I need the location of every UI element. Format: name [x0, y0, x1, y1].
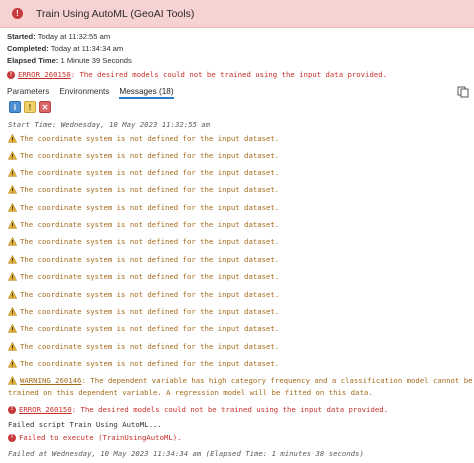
message-failed-execute: ! Failed to execute (TrainUsingAutoML).	[8, 432, 182, 443]
message-warning: The coordinate system is not defined for…	[8, 167, 279, 178]
warning-icon	[8, 255, 17, 264]
message-start: Start Time: Wednesday, 10 May 2023 11:32…	[8, 120, 211, 129]
message-error-260150: ! ERROR 260150: The desired models could…	[8, 404, 388, 415]
warning-icon	[8, 342, 17, 351]
message-warning: The coordinate system is not defined for…	[8, 358, 279, 369]
message-warning: The coordinate system is not defined for…	[8, 289, 279, 300]
tab-messages[interactable]: Messages (18)	[119, 87, 174, 99]
error-code-link[interactable]: ERROR 260150	[19, 405, 72, 414]
started-label: Started:	[7, 32, 36, 41]
elapsed-value: 1 Minute 39 Seconds	[60, 56, 132, 65]
error-icon: !	[8, 405, 16, 414]
completed-row: Completed: Today at 11:34:34 am	[7, 44, 123, 53]
error-code-link[interactable]: ERROR 260150	[18, 70, 71, 79]
started-value: Today at 11:32:55 am	[37, 32, 111, 41]
copy-icon[interactable]	[457, 86, 469, 98]
warning-icon	[8, 290, 17, 299]
started-row: Started: Today at 11:32:55 am	[7, 32, 110, 41]
message-warning: The coordinate system is not defined for…	[8, 306, 279, 317]
message-warning: The coordinate system is not defined for…	[8, 323, 279, 334]
completed-label: Completed:	[7, 44, 49, 53]
error-icon: !	[8, 433, 16, 442]
message-warning: The coordinate system is not defined for…	[8, 133, 279, 144]
elapsed-label: Elapsed Time:	[7, 56, 59, 65]
warning-icon	[8, 376, 17, 385]
summary-error: ! ERROR 260150: The desired models could…	[7, 70, 387, 79]
message-warning: The coordinate system is not defined for…	[8, 150, 279, 161]
warning-icon	[8, 168, 17, 177]
message-warning: The coordinate system is not defined for…	[8, 271, 279, 282]
message-filters: i ! ✕	[9, 101, 54, 113]
message-warning: The coordinate system is not defined for…	[8, 254, 279, 265]
warning-icon	[8, 134, 17, 143]
warning-icon	[8, 272, 17, 281]
warning-icon	[8, 324, 17, 333]
error-status-icon: !	[12, 8, 23, 19]
warning-filter-icon[interactable]: !	[24, 101, 36, 113]
warning-icon	[8, 185, 17, 194]
warning-icon	[8, 203, 17, 212]
message-end: Failed at Wednesday, 10 May 2023 11:34:3…	[8, 449, 364, 458]
message-warning-260146-continued: trained on this dependent variable. A re…	[8, 388, 373, 397]
tab-environments[interactable]: Environments	[59, 87, 109, 99]
warning-icon	[8, 237, 17, 246]
warning-icon	[8, 307, 17, 316]
message-warning: The coordinate system is not defined for…	[8, 236, 279, 247]
message-warning: The coordinate system is not defined for…	[8, 219, 279, 230]
title-bar: ! Train Using AutoML (GeoAI Tools)	[0, 0, 474, 28]
warning-icon	[8, 151, 17, 160]
warning-text: : The dependent variable has high catego…	[81, 376, 473, 385]
completed-value: Today at 11:34:34 am	[50, 44, 124, 53]
warning-icon	[8, 220, 17, 229]
tab-bar: Parameters Environments Messages (18)	[7, 87, 184, 99]
message-warning: The coordinate system is not defined for…	[8, 341, 279, 352]
error-text: : The desired models could not be traine…	[70, 70, 388, 79]
message-warning: The coordinate system is not defined for…	[8, 184, 279, 195]
message-warning-260146: WARNING 260146: The dependent variable h…	[8, 375, 473, 386]
tab-parameters[interactable]: Parameters	[7, 87, 49, 99]
warning-code-link[interactable]: WARNING 260146	[20, 376, 82, 385]
elapsed-row: Elapsed Time: 1 Minute 39 Seconds	[7, 56, 132, 65]
error-icon: !	[7, 70, 15, 79]
error-text: : The desired models could not be traine…	[71, 405, 389, 414]
message-failed-script: Failed script Train Using AutoML...	[8, 420, 162, 429]
message-warning: The coordinate system is not defined for…	[8, 202, 279, 213]
tool-title: Train Using AutoML (GeoAI Tools)	[36, 7, 195, 20]
error-filter-icon[interactable]: ✕	[39, 101, 51, 113]
warning-icon	[8, 359, 17, 368]
info-filter-icon[interactable]: i	[9, 101, 21, 113]
